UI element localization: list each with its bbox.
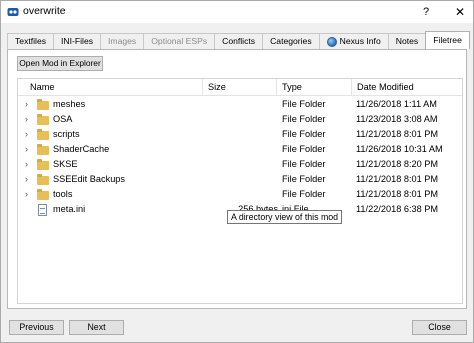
tab-filetree[interactable]: Filetree (425, 31, 470, 49)
tab-notes[interactable]: Notes (387, 33, 427, 49)
help-button[interactable]: ? (417, 3, 435, 21)
file-type: File Folder (282, 114, 326, 124)
name-cell: meta.ini (18, 203, 203, 218)
tab-label: Conflicts (222, 36, 256, 46)
folder-icon (37, 114, 49, 125)
tab-label: Categories (270, 36, 312, 46)
folder-icon (37, 174, 49, 185)
tooltip: A directory view of this mod (227, 210, 343, 224)
tree-row[interactable]: › scripts File Folder 11/21/2018 8:01 PM (18, 128, 462, 143)
file-name: SSEEdit Backups (53, 174, 126, 184)
name-cell: › ShaderCache (18, 143, 203, 158)
file-date-modified: 11/21/2018 8:01 PM (356, 174, 439, 184)
file-type: File Folder (282, 99, 326, 109)
open-mod-in-explorer-button[interactable]: Open Mod in Explorer (17, 56, 103, 71)
tab-label: Textfiles (15, 36, 47, 46)
tab-categories[interactable]: Categories (262, 33, 320, 49)
file-date-modified: 11/23/2018 3:08 AM (356, 114, 438, 124)
tab-label: Optional ESPs (151, 36, 208, 46)
name-cell: › scripts (18, 128, 203, 143)
file-name: tools (53, 189, 73, 199)
file-tree-view[interactable]: Name Size Type Date Modified › meshes Fi… (17, 78, 463, 304)
tree-row[interactable]: › SSEEdit Backups File Folder 11/21/2018… (18, 173, 462, 188)
tab-images: Images (100, 33, 145, 49)
column-header-date-modified[interactable]: Date Modified (352, 79, 462, 95)
window-close-button[interactable]: ✕ (451, 3, 469, 21)
name-cell: › OSA (18, 113, 203, 128)
file-name: SKSE (53, 159, 78, 169)
file-type: File Folder (282, 129, 326, 139)
filetree-panel: Open Mod in Explorer Name Size Type Date… (7, 49, 467, 309)
file-name: OSA (53, 114, 73, 124)
tab-ini-files[interactable]: INI-Files (53, 33, 102, 49)
file-name: meta.ini (53, 204, 86, 214)
file-name: ShaderCache (53, 144, 110, 154)
file-name: meshes (53, 99, 86, 109)
title-bar: overwrite ? ✕ (1, 1, 473, 23)
file-date-modified: 11/21/2018 8:01 PM (356, 129, 439, 139)
chevron-right-icon[interactable]: › (25, 189, 28, 199)
dialog-window: overwrite ? ✕ Textfiles INI-Files Images… (0, 0, 474, 343)
next-button[interactable]: Next (69, 320, 124, 335)
folder-icon (37, 144, 49, 155)
file-type: File Folder (282, 144, 326, 154)
mod-organizer-icon (7, 8, 19, 16)
column-header-name[interactable]: Name (18, 79, 203, 95)
file-date-modified: 11/26/2018 1:11 AM (356, 99, 437, 109)
chevron-right-icon[interactable]: › (25, 159, 28, 169)
file-name: scripts (53, 129, 80, 139)
file-date-modified: 11/22/2018 6:38 PM (356, 204, 439, 214)
tab-label: Images (108, 36, 137, 46)
tree-header: Name Size Type Date Modified (18, 79, 462, 96)
column-header-type[interactable]: Type (277, 79, 352, 95)
previous-button[interactable]: Previous (9, 320, 64, 335)
tab-nexus-info[interactable]: Nexus Info (318, 33, 389, 49)
chevron-right-icon[interactable]: › (25, 99, 28, 109)
folder-icon (37, 99, 49, 110)
tab-label: Filetree (433, 35, 462, 45)
tree-row[interactable]: › ShaderCache File Folder 11/26/2018 10:… (18, 143, 462, 158)
tree-row[interactable]: › meshes File Folder 11/26/2018 1:11 AM (18, 98, 462, 113)
tab-textfiles[interactable]: Textfiles (7, 33, 55, 49)
name-cell: › SKSE (18, 158, 203, 173)
tab-optional-esps: Optional ESPs (143, 33, 216, 49)
folder-icon (37, 159, 49, 170)
folder-icon (37, 129, 49, 140)
column-header-size[interactable]: Size (203, 79, 277, 95)
tab-conflicts[interactable]: Conflicts (214, 33, 264, 49)
chevron-right-icon[interactable]: › (25, 144, 28, 154)
file-date-modified: 11/21/2018 8:20 PM (356, 159, 439, 169)
tree-row[interactable]: › SKSE File Folder 11/21/2018 8:20 PM (18, 158, 462, 173)
tab-label: Notes (395, 36, 419, 46)
file-type: File Folder (282, 189, 326, 199)
name-cell: › SSEEdit Backups (18, 173, 203, 188)
tree-row[interactable]: › OSA File Folder 11/23/2018 3:08 AM (18, 113, 462, 128)
close-button[interactable]: Close (412, 320, 467, 335)
name-cell: › meshes (18, 98, 203, 113)
file-date-modified: 11/21/2018 8:01 PM (356, 189, 439, 199)
chevron-right-icon[interactable]: › (25, 129, 28, 139)
file-type: File Folder (282, 174, 326, 184)
chevron-right-icon[interactable]: › (25, 174, 28, 184)
chevron-right-icon[interactable]: › (25, 114, 28, 124)
tab-label: Nexus Info (339, 36, 381, 46)
file-date-modified: 11/26/2018 10:31 AM (356, 144, 443, 154)
globe-icon (326, 36, 337, 47)
file-type: File Folder (282, 159, 326, 169)
tree-row[interactable]: › tools File Folder 11/21/2018 8:01 PM (18, 188, 462, 203)
window-title: overwrite (23, 5, 66, 17)
name-cell: › tools (18, 188, 203, 203)
tab-label: INI-Files (61, 36, 94, 46)
tab-bar: Textfiles INI-Files Images Optional ESPs… (7, 31, 470, 49)
folder-icon (37, 189, 49, 200)
file-icon (38, 204, 47, 216)
